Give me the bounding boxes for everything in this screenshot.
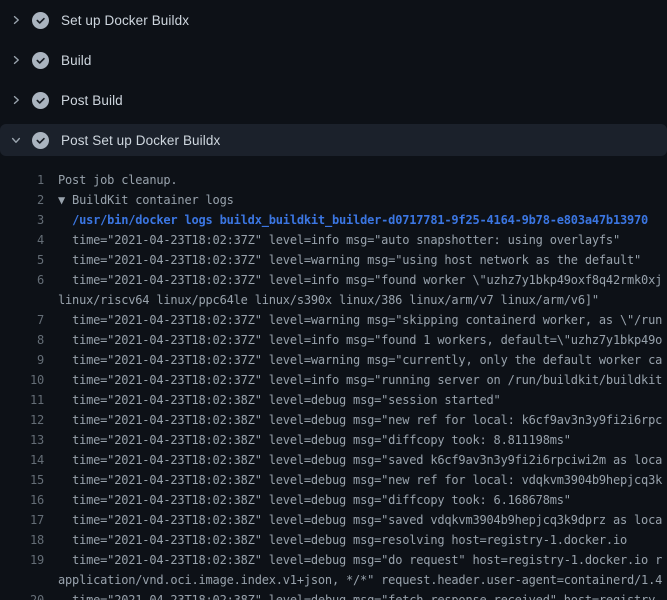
log-text: time="2021-04-23T18:02:37Z" level=info m… [58, 370, 667, 390]
line-number[interactable]: 4 [0, 230, 44, 250]
line-number[interactable]: 13 [0, 430, 44, 450]
line-number[interactable]: 17 [0, 510, 44, 530]
log-row: 3 /usr/bin/docker logs buildx_buildkit_b… [0, 210, 667, 230]
log-text: time="2021-04-23T18:02:38Z" level=debug … [58, 390, 667, 410]
log-row: 4 time="2021-04-23T18:02:37Z" level=info… [0, 230, 667, 250]
line-number[interactable]: 11 [0, 390, 44, 410]
log-text: time="2021-04-23T18:02:37Z" level=warnin… [58, 250, 667, 270]
log-text: time="2021-04-23T18:02:38Z" level=debug … [58, 550, 667, 570]
line-number[interactable]: 1 [0, 170, 44, 190]
log-row: 20 time="2021-04-23T18:02:38Z" level=deb… [0, 590, 667, 600]
chevron-right-icon [10, 14, 22, 26]
log-row: 7 time="2021-04-23T18:02:37Z" level=warn… [0, 310, 667, 330]
line-number[interactable]: 2 [0, 190, 44, 210]
group-expanded-icon: ▼ [58, 193, 65, 207]
line-number[interactable]: 15 [0, 470, 44, 490]
log-row: 2 ▼ BuildKit container logs [0, 190, 667, 210]
chevron-right-icon [10, 54, 22, 66]
log-text: time="2021-04-23T18:02:37Z" level=info m… [58, 230, 667, 250]
line-number[interactable]: 19 [0, 550, 44, 570]
log-row: 11 time="2021-04-23T18:02:38Z" level=deb… [0, 390, 667, 410]
log-text: time="2021-04-23T18:02:38Z" level=debug … [58, 430, 667, 450]
check-circle-icon [32, 52, 49, 69]
line-number[interactable]: 20 [0, 590, 44, 600]
workflow-log-viewer: Set up Docker Buildx Build Post Build Post … [0, 0, 667, 600]
step-row-set-up-docker-buildx[interactable]: Set up Docker Buildx [0, 0, 667, 40]
log-text: time="2021-04-23T18:02:37Z" level=info m… [58, 330, 667, 350]
log-row: 10 time="2021-04-23T18:02:37Z" level=inf… [0, 370, 667, 390]
line-number[interactable]: 5 [0, 250, 44, 270]
log-row: 9 time="2021-04-23T18:02:37Z" level=warn… [0, 350, 667, 370]
log-text: time="2021-04-23T18:02:38Z" level=debug … [58, 530, 667, 550]
log-row: 18 time="2021-04-23T18:02:38Z" level=deb… [0, 530, 667, 550]
check-circle-icon [32, 12, 49, 29]
log-text: time="2021-04-23T18:02:38Z" level=debug … [58, 590, 667, 600]
step-row-build[interactable]: Build [0, 40, 667, 80]
step-label: Post Build [61, 93, 123, 108]
log-row: 5 time="2021-04-23T18:02:37Z" level=warn… [0, 250, 667, 270]
log-row: 16 time="2021-04-23T18:02:38Z" level=deb… [0, 490, 667, 510]
step-row-post-build[interactable]: Post Build [0, 80, 667, 120]
log-text: time="2021-04-23T18:02:37Z" level=warnin… [58, 350, 667, 370]
steps-list: Set up Docker Buildx Build Post Build Post … [0, 0, 667, 160]
line-number[interactable]: 16 [0, 490, 44, 510]
log-text: time="2021-04-23T18:02:38Z" level=debug … [58, 410, 667, 430]
log-text: time="2021-04-23T18:02:38Z" level=debug … [58, 470, 667, 490]
line-number[interactable]: 10 [0, 370, 44, 390]
log-text: time="2021-04-23T18:02:37Z" level=warnin… [58, 310, 667, 330]
log-command-text: /usr/bin/docker logs buildx_buildkit_bui… [58, 210, 667, 230]
log-row: 1 Post job cleanup. [0, 170, 667, 190]
step-label: Set up Docker Buildx [61, 13, 189, 28]
log-row: 13 time="2021-04-23T18:02:38Z" level=deb… [0, 430, 667, 450]
log-row: 15 time="2021-04-23T18:02:38Z" level=deb… [0, 470, 667, 490]
step-label: Post Set up Docker Buildx [61, 133, 220, 148]
check-circle-icon [32, 92, 49, 109]
log-group-toggle[interactable]: ▼ BuildKit container logs [58, 190, 667, 210]
log-text: time="2021-04-23T18:02:38Z" level=debug … [58, 510, 667, 530]
log-row: 8 time="2021-04-23T18:02:37Z" level=info… [0, 330, 667, 350]
log-row: 17 time="2021-04-23T18:02:38Z" level=deb… [0, 510, 667, 530]
log-text: application/vnd.oci.image.index.v1+json,… [58, 570, 667, 590]
log-row: application/vnd.oci.image.index.v1+json,… [0, 570, 667, 590]
check-circle-icon [32, 132, 49, 149]
log-text: linux/riscv64 linux/ppc64le linux/s390x … [58, 290, 667, 310]
log-row: linux/riscv64 linux/ppc64le linux/s390x … [0, 290, 667, 310]
log-console[interactable]: 1 Post job cleanup. 2 ▼ BuildKit container … [0, 160, 667, 600]
log-row: 12 time="2021-04-23T18:02:38Z" level=deb… [0, 410, 667, 430]
line-number[interactable]: 18 [0, 530, 44, 550]
log-row: 6 time="2021-04-23T18:02:37Z" level=info… [0, 270, 667, 290]
line-number[interactable]: 9 [0, 350, 44, 370]
log-row: 19 time="2021-04-23T18:02:38Z" level=deb… [0, 550, 667, 570]
line-number[interactable]: 14 [0, 450, 44, 470]
line-number[interactable]: 8 [0, 330, 44, 350]
log-row: 14 time="2021-04-23T18:02:38Z" level=deb… [0, 450, 667, 470]
line-number[interactable]: 12 [0, 410, 44, 430]
log-text: time="2021-04-23T18:02:38Z" level=debug … [58, 450, 667, 470]
line-number[interactable]: 3 [0, 210, 44, 230]
line-number[interactable]: 7 [0, 310, 44, 330]
log-text: time="2021-04-23T18:02:37Z" level=info m… [58, 270, 667, 290]
chevron-down-icon [10, 134, 22, 146]
step-label: Build [61, 53, 92, 68]
log-text: Post job cleanup. [58, 170, 667, 190]
step-row-post-set-up-docker-buildx[interactable]: Post Set up Docker Buildx [0, 120, 667, 160]
line-number[interactable]: 6 [0, 270, 44, 290]
chevron-right-icon [10, 94, 22, 106]
log-text: time="2021-04-23T18:02:38Z" level=debug … [58, 490, 667, 510]
